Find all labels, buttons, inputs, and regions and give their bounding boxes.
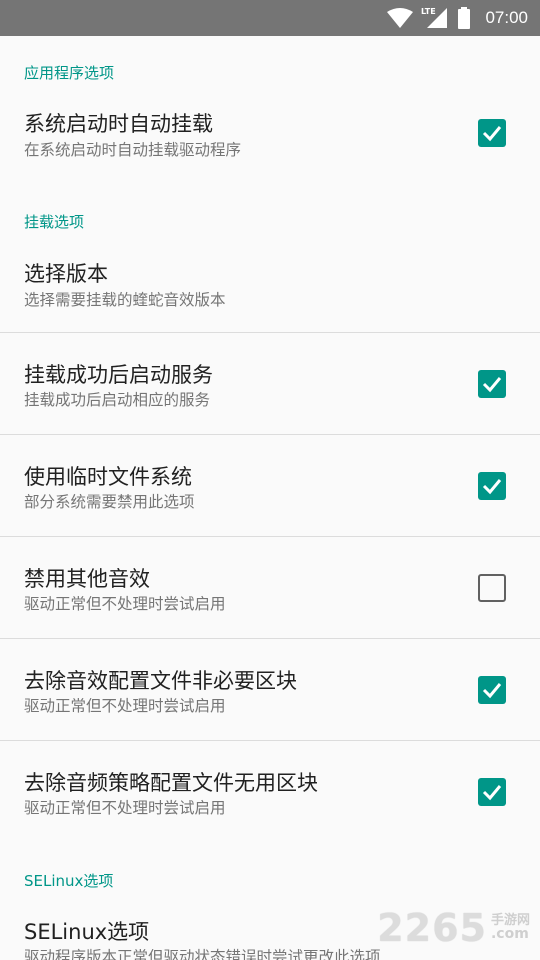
watermark-site-cn: 手游网 [490,912,530,928]
pref-summary: 选择需要挂载的蝰蛇音效版本 [24,291,226,309]
disable-other-fx-checkbox[interactable] [478,574,506,602]
strip-fx-config-checkbox[interactable] [478,676,506,704]
pref-summary: 驱动正常但不处理时尝试启用 [24,595,226,613]
pref-title: 禁用其他音效 [24,567,150,591]
checkmark-icon [482,126,502,142]
auto-mount-checkbox[interactable] [478,119,506,147]
pref-summary: 驱动正常但不处理时尝试启用 [24,697,226,715]
pref-strip-fx-config[interactable]: 去除音效配置文件非必要区块 驱动正常但不处理时尝试启用 [0,639,540,740]
pref-summary: 部分系统需要禁用此选项 [24,493,195,511]
pref-disable-other-fx[interactable]: 禁用其他音效 驱动正常但不处理时尝试启用 [0,537,540,638]
section-header-app-options: 应用程序选项 [24,64,115,82]
strip-policy-config-checkbox[interactable] [478,778,506,806]
temp-fs-checkbox[interactable] [478,472,506,500]
pref-summary: 在系统启动时自动挂载驱动程序 [24,141,242,159]
checkmark-icon [482,377,502,393]
watermark-number: 2265 [377,906,487,950]
watermark-site-com: .com [490,926,529,943]
pref-title: 系统启动时自动挂载 [24,112,213,136]
section-header-mount-options: 挂载选项 [24,213,85,231]
network-type-label: LTE [421,7,436,16]
pref-title: 去除音效配置文件非必要区块 [24,669,297,693]
pref-select-version[interactable]: 选择版本 选择需要挂载的蝰蛇音效版本 [0,244,540,332]
clock: 07:00 [485,8,528,27]
status-icons: LTE 07:00 [387,0,528,36]
checkmark-icon [482,785,502,801]
pref-title: 使用临时文件系统 [24,465,192,489]
settings-list[interactable]: 应用程序选项 系统启动时自动挂载 在系统启动时自动挂载驱动程序 挂载选项 选择版… [0,36,540,960]
pref-start-service[interactable]: 挂载成功后启动服务 挂载成功后启动相应的服务 [0,333,540,434]
site-watermark: 2265 手游网 .com [377,906,530,950]
pref-summary: 驱动正常但不处理时尝试启用 [24,799,226,817]
pref-auto-mount[interactable]: 系统启动时自动挂载 在系统启动时自动挂载驱动程序 [0,96,540,190]
pref-strip-policy-config[interactable]: 去除音频策略配置文件无用区块 驱动正常但不处理时尝试启用 [0,741,540,842]
pref-title: 选择版本 [24,262,108,286]
cellular-signal-icon: LTE [421,7,448,28]
pref-summary: 挂载成功后启动相应的服务 [24,391,211,409]
status-bar: LTE 07:00 [0,0,540,36]
checkmark-icon [482,683,502,699]
watermark-side: 手游网 .com [491,914,530,942]
start-service-checkbox[interactable] [478,370,506,398]
pref-title: 去除音频策略配置文件无用区块 [24,771,318,795]
section-header-selinux: SELinux选项 [24,872,114,890]
pref-title: 挂载成功后启动服务 [24,363,213,387]
wifi-icon [387,8,414,28]
checkmark-icon [482,479,502,495]
pref-temp-fs[interactable]: 使用临时文件系统 部分系统需要禁用此选项 [0,435,540,536]
battery-icon [458,7,471,29]
pref-title: SELinux选项 [24,920,150,944]
pref-summary: 驱动程序版本正常但驱动状态错误时尝试更改此选项 [24,948,381,960]
